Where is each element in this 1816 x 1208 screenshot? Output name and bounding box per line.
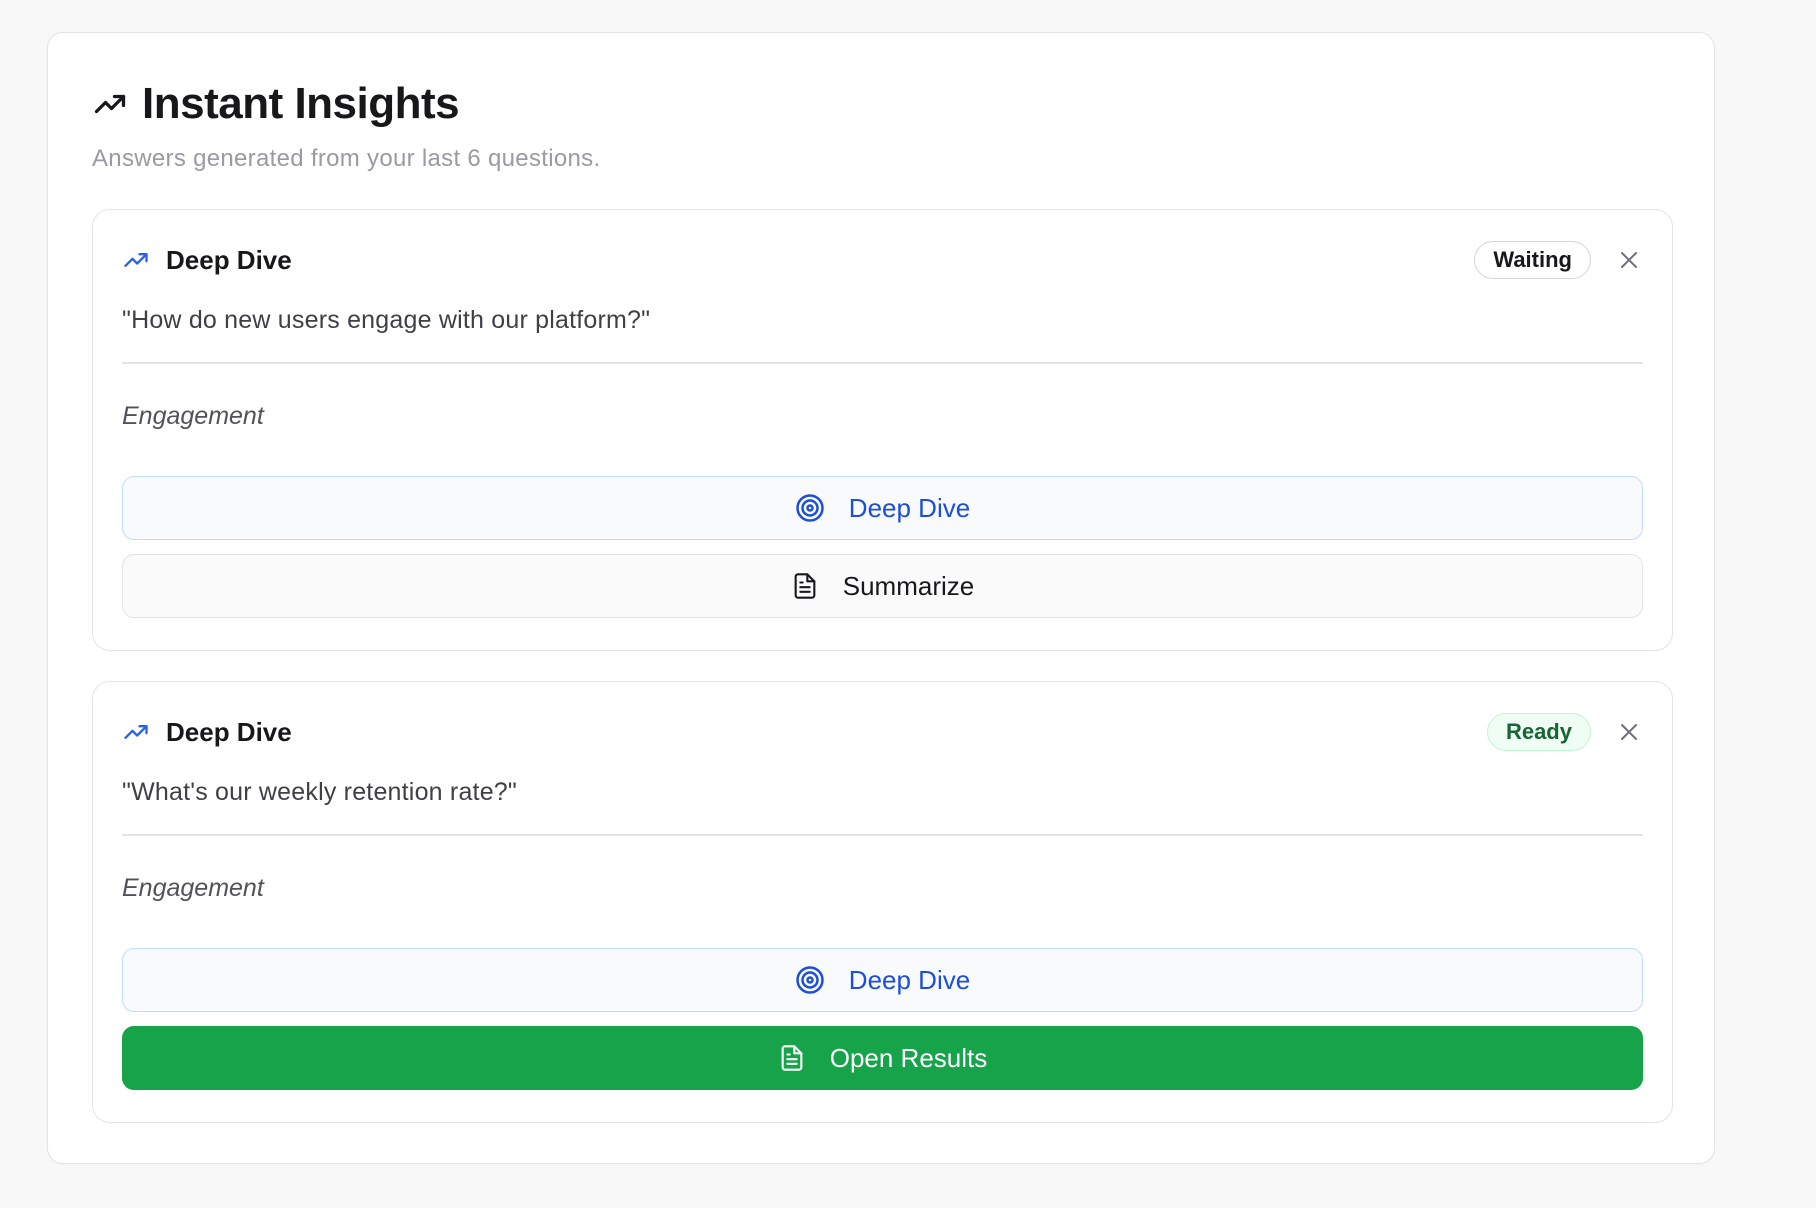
deep-dive-button-label: Deep Dive	[848, 492, 971, 523]
insight-card: Deep Dive Ready "What's our weekly reten…	[92, 681, 1673, 1123]
card-header: Deep Dive Waiting	[122, 240, 1643, 280]
card-category: Engagement	[122, 402, 264, 430]
card-question: "How do new users engage with our platfo…	[122, 306, 651, 334]
panel-header: Instant Insights Answers generated from …	[92, 75, 1670, 173]
target-icon	[796, 494, 824, 522]
open-results-button-label: Open Results	[829, 1042, 988, 1073]
open-results-button[interactable]: Open Results	[122, 1026, 1643, 1090]
insights-panel: Instant Insights Answers generated from …	[47, 32, 1715, 1164]
trending-up-icon	[122, 718, 150, 746]
card-header: Deep Dive Ready	[122, 712, 1643, 752]
summarize-button[interactable]: Summarize	[122, 554, 1643, 618]
panel-subtitle: Answers generated from your last 6 quest…	[92, 145, 601, 172]
close-icon	[1621, 724, 1637, 740]
insight-card: Deep Dive Waiting "How do new users enga…	[92, 209, 1673, 651]
status-badge: Ready	[1486, 713, 1591, 751]
status-badge: Waiting	[1474, 241, 1591, 279]
card-category: Engagement	[122, 874, 264, 902]
title-row: Instant Insights	[92, 75, 1670, 133]
card-question: "What's our weekly retention rate?"	[122, 778, 517, 806]
trending-up-icon	[122, 246, 150, 274]
divider	[122, 834, 1643, 836]
document-icon	[794, 573, 816, 599]
close-button[interactable]	[1615, 718, 1643, 746]
deep-dive-button[interactable]: Deep Dive	[122, 948, 1643, 1012]
deep-dive-button-label: Deep Dive	[848, 964, 971, 995]
trending-up-icon	[92, 86, 128, 122]
divider	[122, 362, 1643, 364]
target-icon	[796, 966, 824, 994]
close-button[interactable]	[1615, 246, 1643, 274]
document-icon	[781, 1045, 803, 1071]
close-icon	[1621, 252, 1637, 268]
deep-dive-button[interactable]: Deep Dive	[122, 476, 1643, 540]
card-kind-label: Deep Dive	[166, 244, 292, 275]
summarize-button-label: Summarize	[842, 570, 975, 601]
card-kind-label: Deep Dive	[166, 716, 292, 747]
panel-title: Instant Insights	[142, 79, 460, 128]
